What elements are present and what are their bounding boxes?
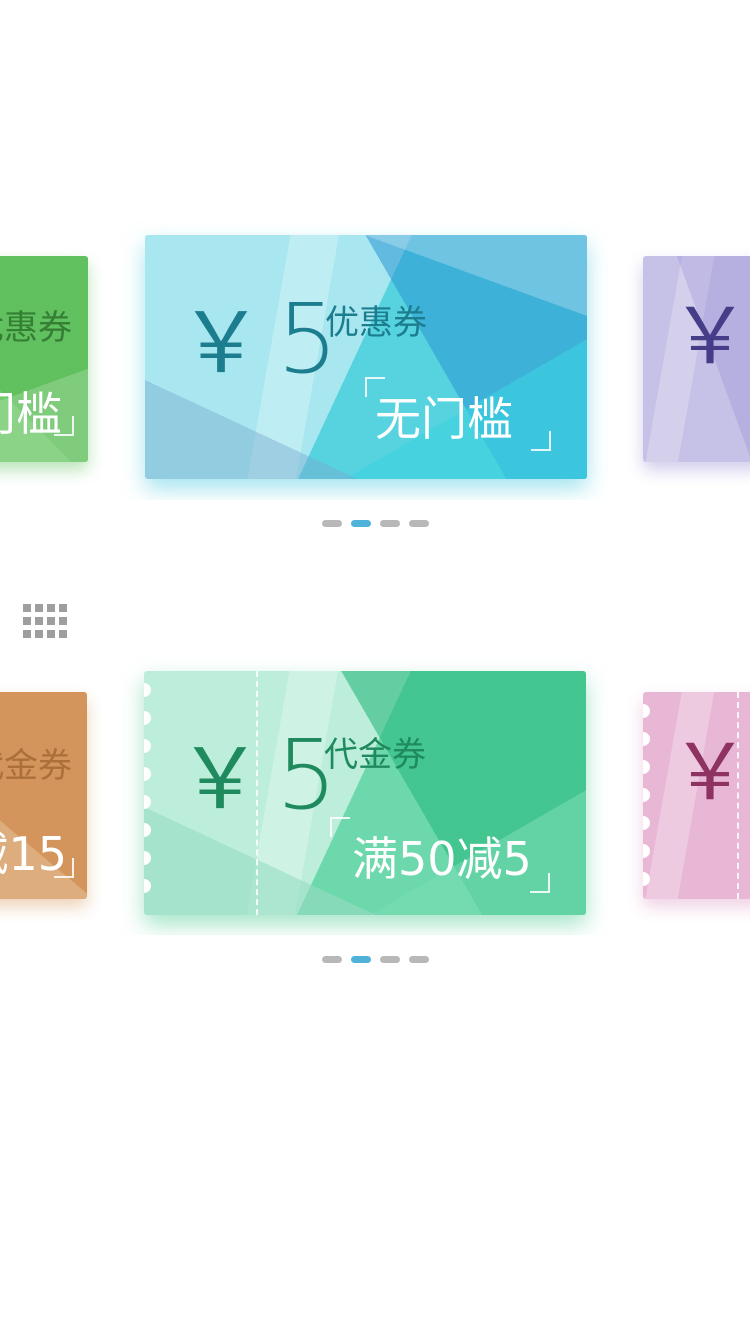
coupon-card-purple[interactable]: ￥ [643,256,750,462]
coupon-card-pink[interactable]: ￥ [643,692,750,899]
coupon-amount: ￥ 5 [178,727,337,823]
corner-bracket [531,431,551,451]
coupon-amount: ￥ 5 [179,291,338,387]
coupon-carousel-discount[interactable]: 优惠券 无门槛 ￥5 优惠券 无门槛 ￥ [0,220,750,500]
coupon-condition: 满50减5 [352,832,532,886]
carousel-pagination [0,520,750,527]
coupon-card-green[interactable]: 优惠券 无门槛 [0,256,88,462]
coupon-title: 优惠券 [325,303,427,343]
coupon-card-mint[interactable]: ￥ 5 代金券 满50减5 [144,671,586,915]
page-dot[interactable] [321,956,342,963]
page-dot[interactable] [379,956,400,963]
coupon-condition: 无门槛 [0,387,62,441]
coupon-carousel-voucher[interactable]: 代金券 满50减15 ￥5 代金券 满50减5 [0,655,750,935]
carousel-pagination [0,956,750,963]
coupon-condition: 无门槛 [375,392,513,446]
coupon-title: 优惠券 [0,308,72,348]
page-dot-active[interactable] [350,956,371,963]
grid-icon[interactable] [23,604,69,639]
currency-symbol: ￥ [178,730,263,828]
coupon-title: 代金券 [0,746,72,786]
currency-symbol: ￥ [671,728,750,818]
currency-symbol: ￥ [671,292,750,382]
currency-symbol: ￥ [179,294,264,392]
page-dot[interactable] [408,956,429,963]
corner-bracket [54,416,74,436]
corner-bracket [530,873,550,893]
page-dot[interactable] [379,520,400,527]
coupon-amount: ￥ [671,298,750,376]
coupon-title: 代金券 [324,735,426,775]
corner-bracket [330,817,350,837]
page-dot[interactable] [321,520,342,527]
page-dot[interactable] [408,520,429,527]
page-dot-active[interactable] [350,520,371,527]
coupon-amount: ￥ [671,734,750,812]
corner-bracket [54,858,74,878]
coupon-card-cyan[interactable]: ￥ 5 优惠券 无门槛 [145,235,587,479]
coupon-card-orange[interactable]: 代金券 满50减15 [0,692,87,899]
